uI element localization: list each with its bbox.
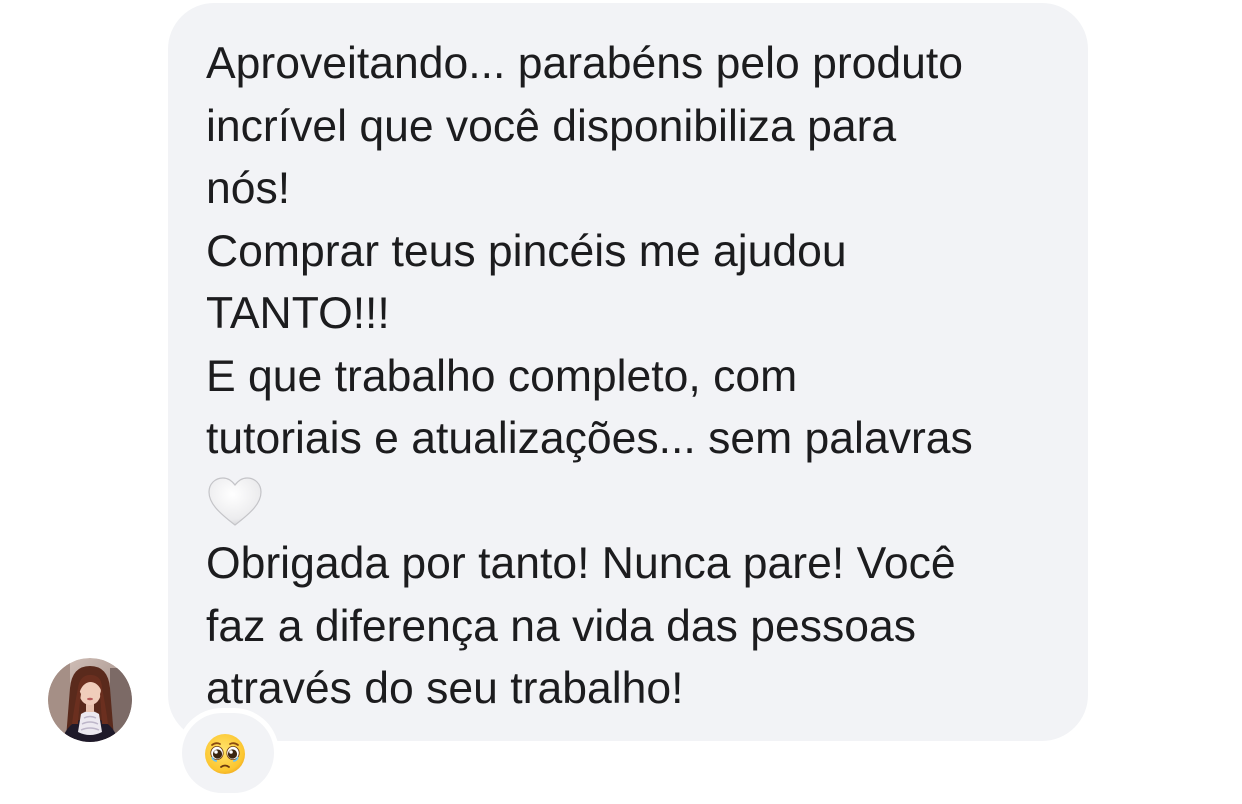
message-line: incrível que você disponibiliza para [206,101,897,151]
message-line: Obrigada por tanto! Nunca pare! Você [206,539,956,588]
message-line: Aproveitando... parabéns pelo produto [206,39,964,88]
avatar-photo-icon [48,658,132,742]
message-line: faz a diferença na vida das pessoas [206,601,916,651]
message-reaction[interactable] [182,713,274,793]
message-line: E que trabalho completo, com [206,351,798,401]
message-line: tutoriais e atualizações... sem palavras [206,414,973,463]
message-line: Comprar teus pincéis me ajudou [206,226,847,276]
message-line: nós! [206,164,291,213]
message-line: TANTO!!! [206,289,390,338]
message-bubble[interactable]: Aproveitando... parabéns pelo produto in… [168,3,1088,741]
message-line: através do seu trabalho! [206,664,684,713]
message-thread: Aproveitando... parabéns pelo produto in… [0,0,1242,804]
pleading-face-icon [205,734,245,774]
sender-avatar[interactable] [48,658,132,742]
white-heart-icon [206,471,264,534]
message-paragraph-4: Obrigada por tanto! Nunca pare! Você faz… [206,533,1068,721]
message-paragraph-3: E que trabalho completo, com tutoriais e… [206,346,1068,534]
message-paragraph-2: Comprar teus pincéis me ajudou TANTO!!! [206,221,1068,346]
message-paragraph-1: Aproveitando... parabéns pelo produto in… [206,33,1068,221]
